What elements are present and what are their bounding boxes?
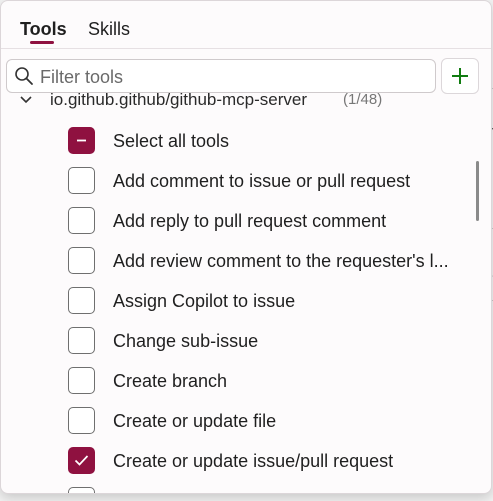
tool-label: Change sub-issue bbox=[113, 331, 259, 351]
tab-divider bbox=[1, 48, 491, 49]
select-all-checkbox[interactable] bbox=[68, 127, 95, 154]
tool-checkbox[interactable] bbox=[68, 407, 95, 434]
select-all-row[interactable]: Select all tools bbox=[61, 125, 461, 157]
tool-checkbox[interactable] bbox=[68, 367, 95, 394]
server-tool-count: (1/48) bbox=[343, 93, 383, 108]
tool-checkbox[interactable] bbox=[68, 447, 95, 474]
tool-label: Add reply to pull request comment bbox=[113, 211, 387, 231]
server-group-header[interactable]: io.github.github/github-mcp-server (1/48… bbox=[1, 93, 471, 112]
tool-row[interactable]: Assign Copilot to issue bbox=[61, 285, 461, 317]
server-name: io.github.github/github-mcp-server bbox=[50, 93, 308, 109]
tool-row[interactable]: Create or update file bbox=[61, 405, 461, 437]
plus-icon bbox=[452, 68, 468, 84]
tool-label: Add comment to issue or pull request bbox=[113, 171, 411, 191]
minus-icon bbox=[77, 139, 86, 142]
tab-tools[interactable]: Tools bbox=[20, 19, 67, 40]
checkmark-icon bbox=[74, 455, 89, 466]
filter-tools-input[interactable] bbox=[38, 64, 427, 90]
filter-box bbox=[6, 59, 436, 93]
tool-row[interactable]: Create branch bbox=[61, 365, 461, 397]
tool-row[interactable]: Add reply to pull request comment bbox=[61, 205, 461, 237]
tool-label: Create or update issue/pull request bbox=[113, 451, 394, 471]
active-tab-indicator bbox=[30, 41, 54, 44]
tool-row[interactable]: Create or update issue/pull request bbox=[61, 445, 461, 477]
tool-label: Add review comment to the requester's l.… bbox=[113, 251, 449, 271]
tools-list: io.github.github/github-mcp-server (1/48… bbox=[1, 93, 471, 493]
add-server-button[interactable] bbox=[441, 58, 479, 94]
scrollbar-thumb[interactable] bbox=[476, 161, 479, 221]
tool-label: Assign Copilot to issue bbox=[113, 291, 296, 311]
tool-checkbox[interactable] bbox=[68, 167, 95, 194]
tool-checkbox[interactable] bbox=[68, 327, 95, 354]
tab-bar: Tools Skills bbox=[1, 1, 491, 47]
tool-row[interactable]: Add comment to issue or pull request bbox=[61, 165, 461, 197]
tool-row[interactable]: Add review comment to the requester's l.… bbox=[61, 245, 461, 277]
tool-label: Select all tools bbox=[113, 131, 230, 151]
tool-checkbox[interactable] bbox=[68, 247, 95, 274]
tab-skills[interactable]: Skills bbox=[88, 19, 130, 40]
tool-row[interactable]: Change sub-issue bbox=[61, 325, 461, 357]
tool-row[interactable] bbox=[61, 485, 461, 493]
tool-checkbox[interactable] bbox=[68, 487, 95, 493]
tool-label: Create branch bbox=[113, 371, 228, 391]
chevron-down-icon[interactable] bbox=[19, 95, 33, 105]
search-icon bbox=[15, 67, 33, 85]
tool-label: Create or update file bbox=[113, 411, 277, 431]
tool-checkbox[interactable] bbox=[68, 207, 95, 234]
tool-checkbox[interactable] bbox=[68, 287, 95, 314]
tools-popup: Tools Skills io.github.github/github-mcp… bbox=[0, 0, 492, 494]
